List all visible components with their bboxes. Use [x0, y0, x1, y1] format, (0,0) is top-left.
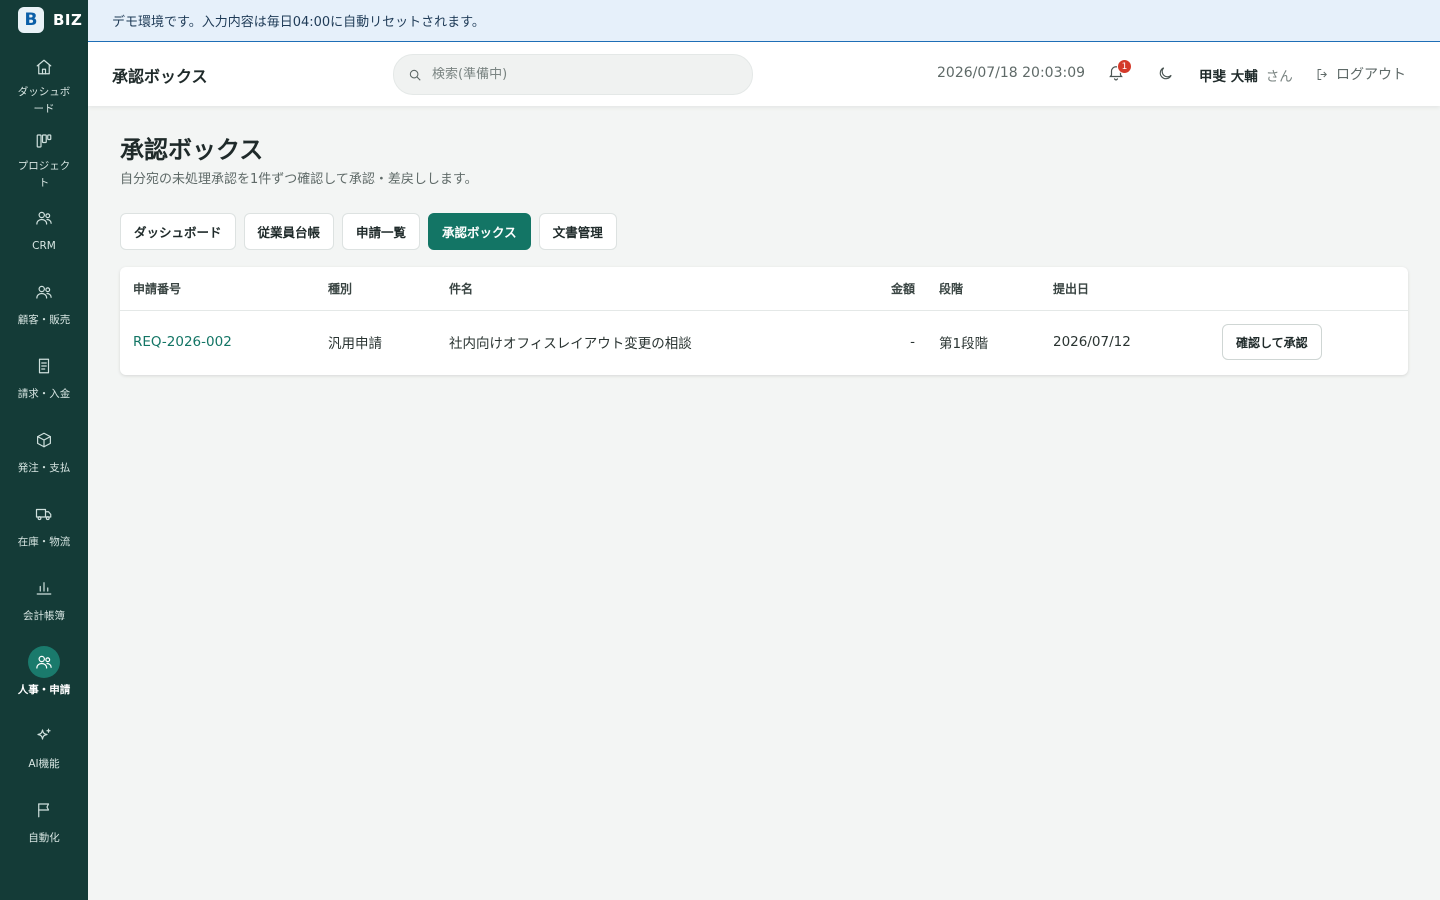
request-type: 汎用申請	[328, 336, 382, 352]
sidebar-item-label: 会計帳簿	[23, 610, 65, 622]
current-datetime: 2026/07/18 20:03:09	[937, 65, 1086, 81]
column-header-type: 種別	[328, 282, 353, 296]
table-header: 申請番号 種別 件名 金額 段階 提出日	[120, 267, 1408, 311]
sidebar-item-hr[interactable]: 人事・申請	[0, 636, 88, 710]
users-icon	[28, 276, 60, 308]
home-icon	[28, 54, 60, 80]
sidebar-item-label: CRM	[32, 240, 56, 252]
logo-mark: B	[18, 7, 44, 33]
bar-chart-icon	[28, 572, 60, 604]
search-icon	[409, 69, 421, 81]
notification-button[interactable]: 1	[1107, 59, 1132, 85]
search-input[interactable]	[432, 67, 732, 82]
tab-approval-box[interactable]: 承認ボックス	[428, 213, 531, 250]
flag-icon	[28, 794, 60, 826]
sidebar-item-dashboard[interactable]: ダッシュボード	[0, 44, 88, 118]
sidebar-item-label: 請求・入金	[17, 388, 71, 400]
sidebar-item-label: AI機能	[28, 758, 60, 770]
sidebar-item-label: プロジェクト	[17, 160, 71, 190]
column-header-stage: 段階	[939, 282, 964, 296]
user-suffix: さん	[1265, 69, 1293, 85]
request-stage: 第1段階	[939, 336, 989, 352]
header-title: 承認ボックス	[112, 67, 208, 86]
request-subject: 社内向けオフィスレイアウト変更の相談	[449, 336, 692, 352]
users-icon	[28, 202, 60, 234]
table-row: REQ-2026-002 汎用申請 社内向けオフィスレイアウト変更の相談 - 第…	[120, 311, 1408, 373]
tab-employee-ledger[interactable]: 従業員台帳	[243, 213, 335, 250]
sidebar-item-purchasing[interactable]: 発注・支払	[0, 414, 88, 488]
request-date: 2026/07/12	[1053, 334, 1131, 350]
moon-icon	[1159, 67, 1172, 80]
column-header-date: 提出日	[1053, 282, 1090, 296]
tab-request-list[interactable]: 申請一覧	[342, 213, 421, 250]
brand-logo[interactable]: B BIZ	[18, 6, 82, 34]
tab-document-management[interactable]: 文書管理	[538, 213, 617, 250]
notification-badge: 1	[1117, 59, 1132, 74]
sidebar-item-label: 人事・申請	[17, 684, 71, 696]
page-title: 承認ボックス	[120, 136, 264, 164]
sidebar-item-accounting[interactable]: 会計帳簿	[0, 562, 88, 636]
users-icon	[28, 646, 60, 678]
sidebar-item-label: 発注・支払	[17, 462, 71, 474]
review-approve-button[interactable]: 確認して承認	[1222, 324, 1322, 360]
box-icon	[28, 424, 60, 456]
sidebar-item-billing[interactable]: 請求・入金	[0, 340, 88, 414]
page-subtitle: 自分宛の未処理承認を1件ずつ確認して承認・差戻しします。	[120, 172, 478, 187]
user-name: 甲斐 大輔	[1199, 69, 1258, 85]
logout-button[interactable]: ログアウト	[1315, 64, 1406, 84]
logout-label: ログアウト	[1336, 67, 1406, 83]
demo-banner: デモ環境です。入力内容は毎日04:00に自動リセットされます。	[88, 0, 1440, 42]
tab-dashboard[interactable]: ダッシュボード	[120, 213, 236, 250]
search-box[interactable]	[393, 54, 753, 95]
kanban-icon	[28, 128, 60, 154]
sidebar-item-label: ダッシュボード	[17, 86, 71, 116]
truck-icon	[28, 498, 60, 530]
sidebar-item-label: 在庫・物流	[17, 536, 71, 548]
sidebar-item-customer-sales[interactable]: 顧客・販売	[0, 266, 88, 340]
sidebar-item-crm[interactable]: CRM	[0, 192, 88, 266]
column-header-request-number: 申請番号	[133, 282, 182, 296]
column-header-subject: 件名	[449, 282, 474, 296]
receipt-icon	[28, 350, 60, 382]
sparkles-icon	[28, 720, 60, 752]
sidebar-item-label: 顧客・販売	[17, 314, 71, 326]
request-number-link[interactable]: REQ-2026-002	[133, 311, 232, 373]
sub-tabs: ダッシュボード 従業員台帳 申請一覧 承認ボックス 文書管理	[120, 213, 625, 250]
sidebar-nav: ダッシュボード プロジェクト CRM 顧客・販売 請求・入金 発注・支払 在庫・…	[0, 44, 88, 858]
logout-icon	[1317, 68, 1327, 80]
sidebar-item-project[interactable]: プロジェクト	[0, 118, 88, 192]
sidebar-item-automation[interactable]: 自動化	[0, 784, 88, 858]
brand-name: BIZ	[53, 11, 83, 29]
sidebar-item-inventory[interactable]: 在庫・物流	[0, 488, 88, 562]
theme-toggle-button[interactable]	[1157, 65, 1174, 86]
request-amount: -	[910, 334, 915, 350]
approval-table: 申請番号 種別 件名 金額 段階 提出日 REQ-2026-002 汎用申請 社…	[120, 267, 1408, 375]
column-header-amount: 金額	[890, 282, 915, 296]
top-header: 承認ボックス 2026/07/18 20:03:09 1 甲斐 大輔さん ログア…	[88, 42, 1440, 106]
sidebar-item-label: 自動化	[28, 832, 60, 844]
user-info: 甲斐 大輔 さん	[1199, 65, 1293, 85]
sidebar: B BIZ ダッシュボード プロジェクト CRM 顧客・販売 請求・入金 発注・…	[0, 0, 88, 900]
sidebar-item-ai[interactable]: AI機能	[0, 710, 88, 784]
